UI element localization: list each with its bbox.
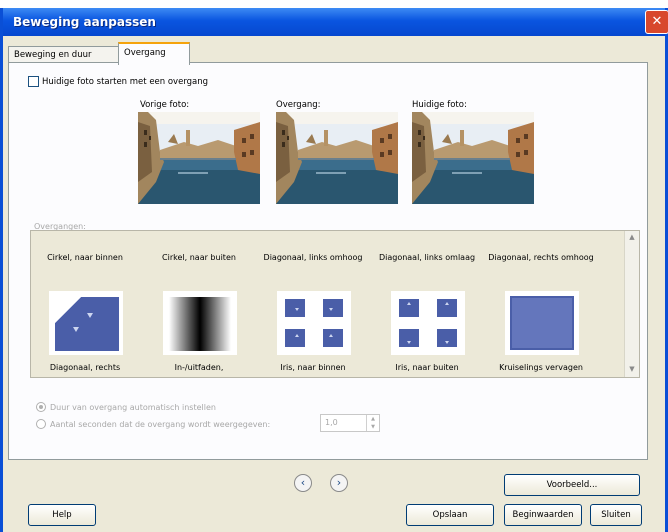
- close-icon[interactable]: ✕: [645, 10, 668, 34]
- seconds-stepper[interactable]: 1,0 ▲ ▼: [320, 414, 380, 432]
- transition-preview: [276, 112, 398, 204]
- save-button[interactable]: Opslaan: [406, 504, 494, 526]
- help-button[interactable]: Help: [28, 504, 96, 526]
- transition-item-label[interactable]: Iris, naar binnen: [259, 363, 367, 373]
- transition-item-label[interactable]: Kruiselings vervagen: [487, 363, 595, 373]
- transition-item-label[interactable]: Cirkel, naar buiten: [145, 253, 253, 263]
- previous-photo: [138, 112, 260, 204]
- auto-duration-label: Duur van overgang automatisch instellen: [50, 402, 216, 412]
- transition-item-label[interactable]: Diagonaal, rechts: [31, 363, 139, 373]
- manual-duration-label: Aantal seconden dat de overgang wordt we…: [50, 419, 271, 429]
- auto-duration-radio[interactable]: [36, 402, 46, 412]
- start-transition-label: Huidige foto starten met een overgang: [42, 76, 209, 87]
- start-transition-checkbox-row[interactable]: Huidige foto starten met een overgang: [28, 76, 208, 87]
- tab-beweging-en-duur[interactable]: Beweging en duur: [8, 46, 124, 63]
- transition-item-label[interactable]: Diagonaal, links omlaag: [373, 253, 481, 263]
- next-photo-button[interactable]: ›: [330, 474, 348, 492]
- start-transition-checkbox[interactable]: [28, 76, 39, 87]
- transition-item-label[interactable]: Diagonaal, links omhoog: [259, 253, 367, 263]
- current-photo-label: Huidige foto:: [412, 100, 467, 110]
- transition-item-label[interactable]: Cirkel, naar binnen: [31, 253, 139, 263]
- transition-item-label[interactable]: Iris, naar buiten: [373, 363, 481, 373]
- manual-duration-option[interactable]: Aantal seconden dat de overgang wordt we…: [36, 419, 270, 429]
- previous-photo-button[interactable]: ‹: [294, 474, 312, 492]
- diagonal-right-thumbnail[interactable]: [49, 291, 123, 355]
- iris-in-thumbnail[interactable]: [277, 291, 351, 355]
- auto-duration-option[interactable]: Duur van overgang automatisch instellen: [36, 402, 216, 412]
- stepper-arrows-icon[interactable]: ▲ ▼: [366, 415, 379, 431]
- iris-out-thumbnail[interactable]: [391, 291, 465, 355]
- transitions-list[interactable]: Cirkel, naar binnen Cirkel, naar buiten …: [30, 230, 640, 378]
- close-button[interactable]: Sluiten: [590, 504, 642, 526]
- window-title: Beweging aanpassen: [13, 15, 156, 29]
- title-bar[interactable]: Beweging aanpassen ✕: [3, 8, 668, 36]
- transition-item-label[interactable]: In-/uitfaden,: [145, 363, 253, 373]
- scroll-down-icon[interactable]: ▼: [627, 365, 637, 375]
- fade-thumbnail[interactable]: [163, 291, 237, 355]
- manual-duration-radio[interactable]: [36, 419, 46, 429]
- transition-item-label[interactable]: Diagonaal, rechts omhoog: [487, 253, 595, 263]
- previous-photo-label: Vorige foto:: [140, 100, 190, 110]
- defaults-button[interactable]: Beginwaarden: [504, 504, 582, 526]
- seconds-value[interactable]: 1,0: [325, 418, 338, 427]
- tab-overgang[interactable]: Overgang: [118, 42, 190, 65]
- preview-button[interactable]: Voorbeeld...: [504, 474, 640, 496]
- scroll-up-icon[interactable]: ▲: [627, 233, 637, 243]
- current-photo: [412, 112, 534, 204]
- transitions-scrollbar[interactable]: ▲ ▼: [624, 231, 639, 377]
- crossfade-thumbnail[interactable]: [505, 291, 579, 355]
- transition-preview-label: Overgang:: [276, 100, 321, 110]
